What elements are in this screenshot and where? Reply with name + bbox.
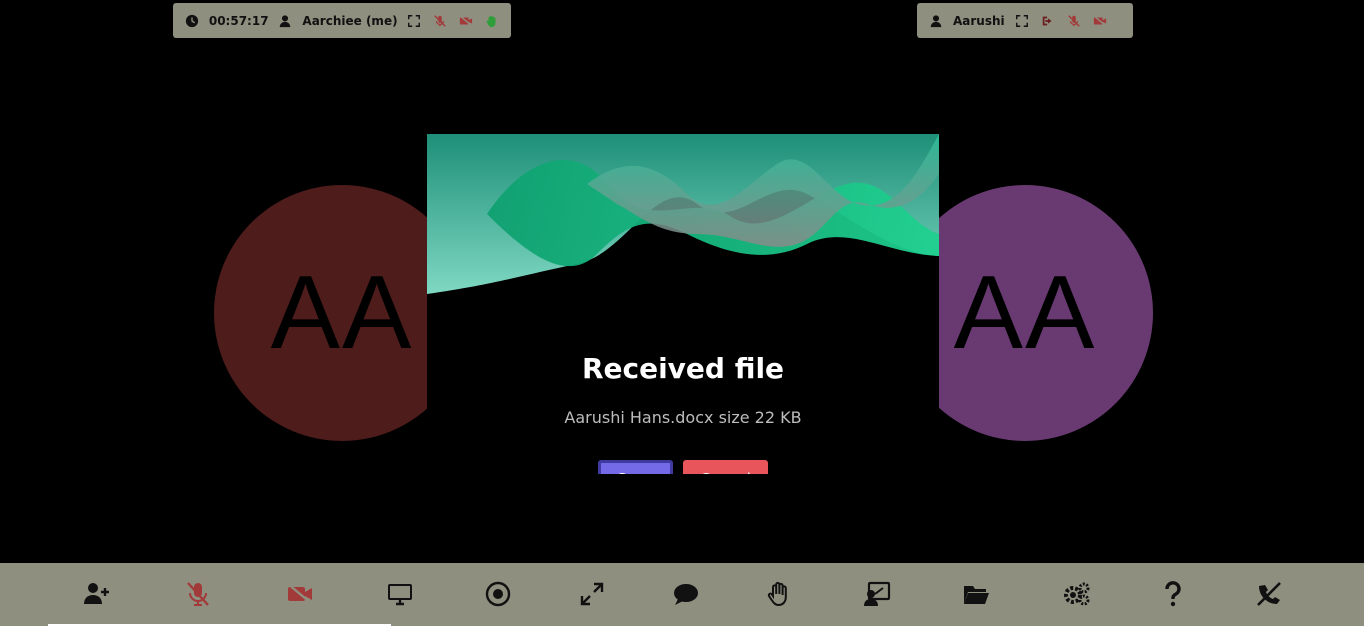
- fullscreen-icon: [580, 582, 604, 606]
- file-share-icon: [964, 586, 989, 604]
- file-share-button[interactable]: [959, 578, 993, 610]
- screen-share-icon: [388, 584, 412, 606]
- dialog-actions: Save Cancel: [427, 460, 939, 474]
- self-name: Aarchiee (me): [302, 13, 398, 28]
- video-call-stage: 00:57:17 Aarchiee (me) Aarushi AA AA Rec…: [0, 0, 1364, 626]
- add-participant-icon: [84, 583, 109, 604]
- video-off-icon[interactable]: [1091, 12, 1109, 30]
- record-icon: [485, 581, 511, 607]
- fullscreen-icon[interactable]: [406, 12, 424, 30]
- clock-icon: [183, 12, 201, 30]
- self-status-bar: 00:57:17 Aarchiee (me): [173, 3, 511, 38]
- screen-share-button[interactable]: [383, 578, 417, 610]
- leave-call-icon: [1257, 582, 1281, 606]
- chat-button[interactable]: [669, 578, 703, 610]
- settings-icon: [1064, 582, 1090, 606]
- add-participant-button[interactable]: [80, 578, 114, 610]
- video-off-icon: [287, 583, 313, 605]
- whiteboard-button[interactable]: [860, 578, 894, 610]
- save-button[interactable]: Save: [598, 460, 673, 474]
- record-button[interactable]: [481, 578, 515, 610]
- chat-icon: [674, 584, 698, 605]
- raise-hand-button[interactable]: [763, 578, 797, 610]
- dialog-title: Received file: [581, 352, 785, 385]
- video-off-icon[interactable]: [457, 12, 475, 30]
- help-button[interactable]: [1156, 578, 1190, 610]
- fullscreen-icon[interactable]: [1013, 12, 1031, 30]
- kick-out-icon[interactable]: [1039, 12, 1057, 30]
- session-timer: 00:57:17: [208, 13, 269, 28]
- mic-off-icon: [187, 582, 209, 606]
- fullscreen-button[interactable]: [575, 578, 609, 610]
- video-toggle-button[interactable]: [283, 578, 317, 610]
- raise-hand-icon: [767, 581, 787, 607]
- peer-name: Aarushi: [953, 13, 1005, 28]
- cancel-button[interactable]: Cancel: [683, 460, 768, 474]
- whiteboard-icon: [864, 581, 891, 606]
- user-icon: [277, 12, 295, 30]
- mic-toggle-button[interactable]: [181, 578, 215, 610]
- dialog-wave-decoration: [427, 134, 939, 304]
- mic-off-icon[interactable]: [431, 12, 449, 30]
- raised-hand-icon: [483, 12, 501, 30]
- peer-status-bar: Aarushi: [917, 3, 1133, 38]
- mic-off-icon[interactable]: [1065, 12, 1083, 30]
- help-icon: [1165, 581, 1181, 607]
- received-file-dialog: Received file Aarushi Hans.docx size 22 …: [427, 134, 939, 474]
- leave-call-button[interactable]: [1252, 578, 1286, 610]
- call-toolbar: [0, 563, 1364, 626]
- user-icon: [927, 12, 945, 30]
- settings-button[interactable]: [1060, 578, 1094, 610]
- file-info-text: Aarushi Hans.docx size 22 KB: [564, 408, 802, 427]
